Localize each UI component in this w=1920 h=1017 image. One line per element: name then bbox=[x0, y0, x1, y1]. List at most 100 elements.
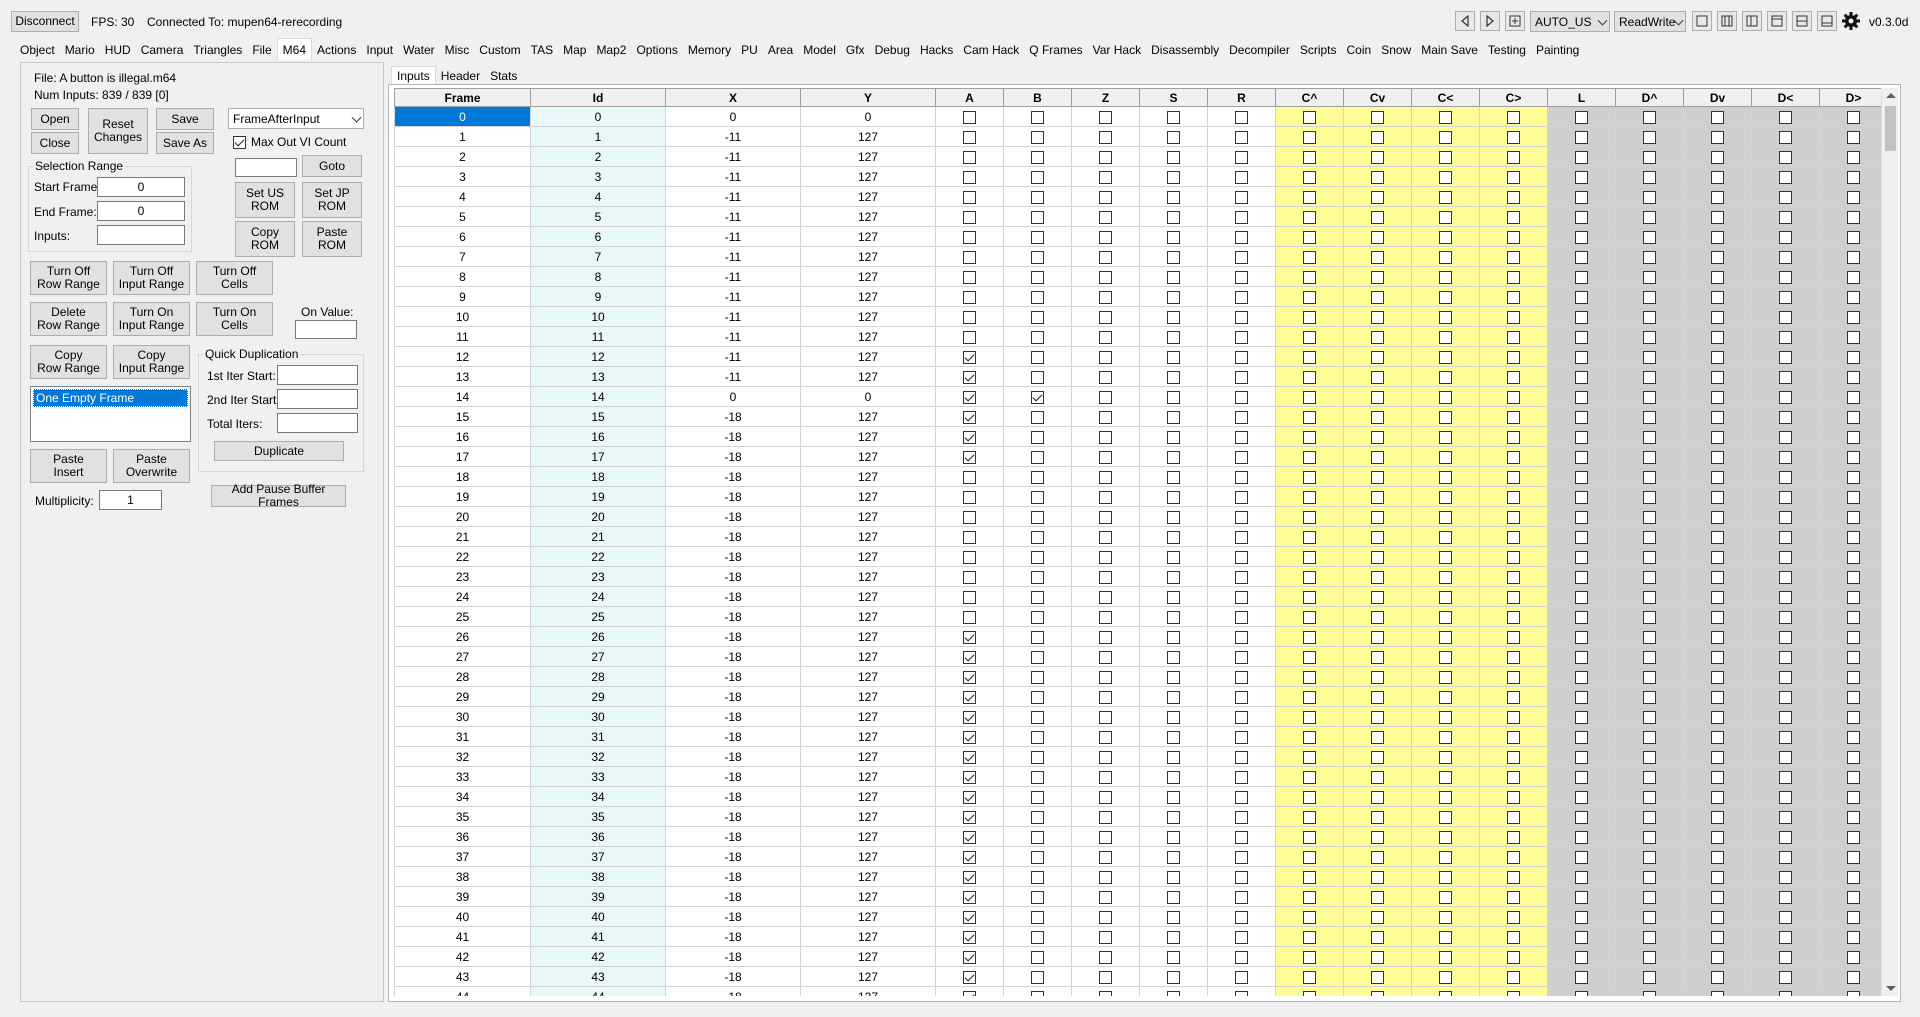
cell-frame[interactable]: 24 bbox=[394, 586, 531, 607]
button-checkbox[interactable] bbox=[1371, 150, 1384, 164]
button-checkbox[interactable] bbox=[1847, 890, 1860, 904]
button-checkbox[interactable] bbox=[1507, 490, 1520, 504]
cell-button[interactable] bbox=[1479, 946, 1548, 967]
cell-button[interactable] bbox=[1207, 606, 1276, 627]
cell-button[interactable] bbox=[1751, 366, 1820, 387]
button-checkbox[interactable] bbox=[1167, 770, 1180, 784]
button-checkbox[interactable] bbox=[1711, 150, 1724, 164]
cell-button[interactable] bbox=[1547, 946, 1616, 967]
button-checkbox[interactable] bbox=[1643, 390, 1656, 404]
button-checkbox[interactable] bbox=[1099, 970, 1112, 984]
button-checkbox[interactable] bbox=[1779, 950, 1792, 964]
on-value-input[interactable] bbox=[295, 320, 357, 339]
cell-button[interactable] bbox=[1547, 846, 1616, 867]
cell-button[interactable] bbox=[1343, 306, 1412, 327]
cell-button[interactable] bbox=[1411, 826, 1480, 847]
cell-button[interactable] bbox=[1207, 446, 1276, 467]
paste-insert-button[interactable]: Paste Insert bbox=[30, 449, 107, 483]
cell-button[interactable] bbox=[1547, 966, 1616, 987]
cell-id[interactable]: 37 bbox=[530, 846, 666, 867]
cell-x[interactable]: -18 bbox=[665, 866, 801, 887]
cell-button[interactable] bbox=[1343, 646, 1412, 667]
button-checkbox[interactable] bbox=[1439, 610, 1452, 624]
button-checkbox[interactable] bbox=[1643, 830, 1656, 844]
cell-button[interactable] bbox=[1819, 586, 1881, 607]
cell-button[interactable] bbox=[1343, 586, 1412, 607]
button-checkbox[interactable] bbox=[1643, 510, 1656, 524]
button-checkbox[interactable] bbox=[1371, 590, 1384, 604]
cell-button[interactable] bbox=[1207, 906, 1276, 927]
cell-button[interactable] bbox=[1751, 486, 1820, 507]
button-checkbox[interactable] bbox=[1371, 770, 1384, 784]
cell-frame[interactable]: 25 bbox=[394, 606, 531, 627]
cell-button[interactable] bbox=[1275, 566, 1344, 587]
cell-button[interactable] bbox=[1615, 986, 1684, 996]
button-checkbox[interactable] bbox=[1031, 370, 1044, 384]
cell-button[interactable] bbox=[1683, 846, 1752, 867]
cell-y[interactable]: 127 bbox=[800, 886, 936, 907]
cell-button[interactable] bbox=[1615, 166, 1684, 187]
scroll-down-icon[interactable] bbox=[1886, 986, 1896, 991]
button-checkbox[interactable] bbox=[1779, 130, 1792, 144]
button-checkbox[interactable] bbox=[1711, 990, 1724, 996]
cell-button[interactable] bbox=[935, 286, 1004, 307]
button-checkbox[interactable] bbox=[1779, 430, 1792, 444]
button-checkbox[interactable] bbox=[1847, 830, 1860, 844]
paste-overwrite-button[interactable]: Paste Overwrite bbox=[113, 449, 190, 483]
button-checkbox[interactable] bbox=[963, 670, 976, 684]
button-checkbox[interactable] bbox=[1847, 810, 1860, 824]
button-checkbox[interactable] bbox=[1507, 110, 1520, 124]
button-checkbox[interactable] bbox=[963, 330, 976, 344]
cell-button[interactable] bbox=[1751, 886, 1820, 907]
button-checkbox[interactable] bbox=[963, 630, 976, 644]
cell-button[interactable] bbox=[1275, 266, 1344, 287]
button-checkbox[interactable] bbox=[1575, 950, 1588, 964]
cell-button[interactable] bbox=[1819, 866, 1881, 887]
button-checkbox[interactable] bbox=[1303, 230, 1316, 244]
inputs-grid[interactable]: Frame Id X Y A B Z S R C^ Cv C< C> L D^ Dv D< D> 0 0 0 0 1 1 -1… bbox=[394, 88, 1881, 996]
cell-button[interactable] bbox=[1207, 326, 1276, 347]
button-checkbox[interactable] bbox=[1507, 810, 1520, 824]
cell-button[interactable] bbox=[1479, 446, 1548, 467]
cell-button[interactable] bbox=[1615, 326, 1684, 347]
button-checkbox[interactable] bbox=[1507, 370, 1520, 384]
button-checkbox[interactable] bbox=[1507, 730, 1520, 744]
tab-object[interactable]: Object bbox=[15, 40, 60, 60]
button-checkbox[interactable] bbox=[1439, 370, 1452, 384]
button-checkbox[interactable] bbox=[1031, 170, 1044, 184]
cell-button[interactable] bbox=[1819, 126, 1881, 147]
cell-button[interactable] bbox=[1819, 246, 1881, 267]
cell-id[interactable]: 28 bbox=[530, 666, 666, 687]
turn-off-cells-button[interactable]: Turn Off Cells bbox=[196, 261, 273, 295]
button-checkbox[interactable] bbox=[1507, 750, 1520, 764]
cell-button[interactable] bbox=[1479, 526, 1548, 547]
cell-button[interactable] bbox=[1411, 966, 1480, 987]
tab-misc[interactable]: Misc bbox=[440, 40, 475, 60]
cell-x[interactable]: -11 bbox=[665, 306, 801, 327]
cell-button[interactable] bbox=[1751, 246, 1820, 267]
button-checkbox[interactable] bbox=[963, 690, 976, 704]
button-checkbox[interactable] bbox=[1235, 230, 1248, 244]
cell-button[interactable] bbox=[1479, 286, 1548, 307]
cell-y[interactable]: 127 bbox=[800, 246, 936, 267]
button-checkbox[interactable] bbox=[1371, 990, 1384, 996]
cell-x[interactable]: -18 bbox=[665, 506, 801, 527]
button-checkbox[interactable] bbox=[1779, 590, 1792, 604]
cell-y[interactable]: 0 bbox=[800, 106, 936, 127]
cell-button[interactable] bbox=[1139, 706, 1208, 727]
button-checkbox[interactable] bbox=[1507, 210, 1520, 224]
button-checkbox[interactable] bbox=[1167, 830, 1180, 844]
cell-button[interactable] bbox=[1547, 246, 1616, 267]
cell-button[interactable] bbox=[1003, 706, 1072, 727]
cell-button[interactable] bbox=[1411, 406, 1480, 427]
cell-button[interactable] bbox=[935, 586, 1004, 607]
button-checkbox[interactable] bbox=[1779, 790, 1792, 804]
cell-button[interactable] bbox=[1411, 386, 1480, 407]
cell-button[interactable] bbox=[1479, 626, 1548, 647]
button-checkbox[interactable] bbox=[1779, 530, 1792, 544]
paste-rom-button[interactable]: Paste ROM bbox=[302, 221, 362, 257]
cell-button[interactable] bbox=[1479, 826, 1548, 847]
cell-button[interactable] bbox=[1207, 926, 1276, 947]
tab-debug[interactable]: Debug bbox=[870, 40, 915, 60]
cell-button[interactable] bbox=[1003, 326, 1072, 347]
